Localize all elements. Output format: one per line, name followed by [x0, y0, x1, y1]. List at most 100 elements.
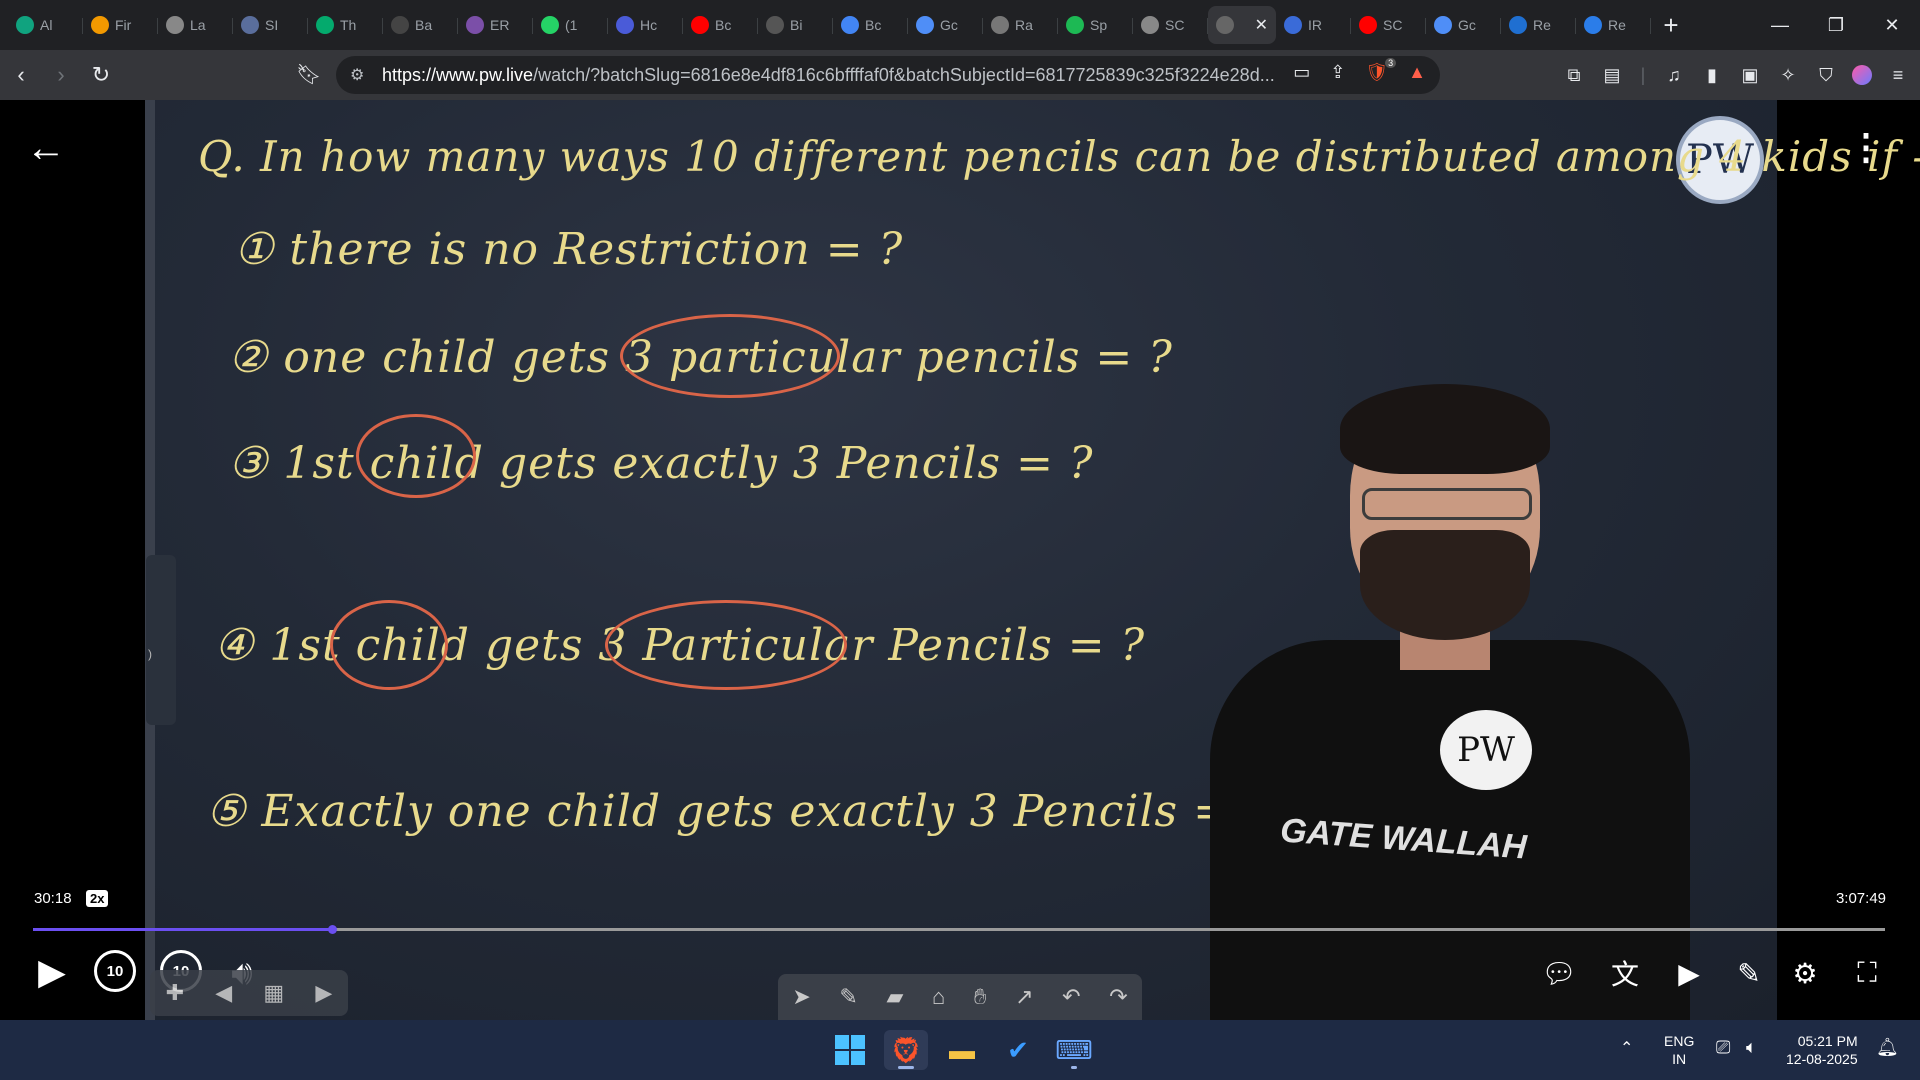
- browser-tab[interactable]: (1: [533, 6, 608, 44]
- cursor-icon[interactable]: ➤: [792, 984, 810, 1010]
- address-bar[interactable]: ⚙ https://www.pw.live/watch/?batchSlug=6…: [336, 56, 1440, 94]
- tab-label: Fir: [115, 17, 132, 33]
- translate-icon[interactable]: 文: [1604, 952, 1646, 994]
- tab-label: Re: [1608, 17, 1626, 33]
- windows-start-icon[interactable]: [828, 1030, 872, 1070]
- settings-icon[interactable]: ⚙: [1784, 952, 1826, 994]
- cast-icon[interactable]: ▭: [1293, 62, 1310, 83]
- rewind-10-icon[interactable]: 10: [94, 950, 136, 992]
- redo-icon[interactable]: ↷: [1109, 984, 1127, 1010]
- browser-tab[interactable]: Bi: [758, 6, 833, 44]
- restore-icon[interactable]: ❐: [1808, 0, 1864, 50]
- chevron-right-icon[interactable]: ▶: [315, 980, 332, 1006]
- browser-tab[interactable]: Bc: [833, 6, 908, 44]
- browser-tab[interactable]: Th: [308, 6, 383, 44]
- share-icon[interactable]: ⇪: [1330, 62, 1345, 83]
- plus-icon[interactable]: ✚: [166, 980, 184, 1006]
- tab-label: Bc: [865, 17, 882, 33]
- brave-shields-icon[interactable]: 🛡︎ 3: [1365, 58, 1397, 83]
- forward-icon[interactable]: ›: [42, 56, 80, 94]
- grid-icon: [241, 16, 259, 34]
- network-icon[interactable]: ⎚: [1716, 1038, 1730, 1056]
- eraser-icon[interactable]: ⌂: [932, 984, 945, 1010]
- vpn-icon[interactable]: ⛉: [1814, 63, 1838, 87]
- presenter-glasses: [1362, 488, 1532, 520]
- progress-bar[interactable]: [33, 925, 1885, 934]
- menu-icon[interactable]: ≡: [1886, 63, 1910, 87]
- back-arrow-icon[interactable]: ←: [26, 126, 66, 171]
- new-tab-button[interactable]: +: [1651, 10, 1691, 41]
- extensions-icon[interactable]: ⧉: [1562, 63, 1586, 87]
- shields-count-badge: 3: [1385, 58, 1397, 68]
- brave-browser-icon[interactable]: 🦁︎: [884, 1030, 928, 1070]
- language-indicator[interactable]: ENG IN: [1664, 1032, 1694, 1068]
- site-settings-icon[interactable]: ⚙: [350, 65, 364, 85]
- bookmark-icon[interactable]: 🔖︎: [296, 62, 321, 87]
- browser-tab[interactable]: Fir: [83, 6, 158, 44]
- undo-icon[interactable]: ↶: [1062, 984, 1080, 1010]
- tab-label: (1: [565, 17, 578, 33]
- tab-label: Hc: [640, 17, 658, 33]
- reload-icon[interactable]: ↻: [82, 56, 120, 94]
- browser-tab[interactable]: La: [158, 6, 233, 44]
- brave-rewards-icon[interactable]: ▲: [1408, 62, 1426, 83]
- sidebar-icon[interactable]: ▮: [1700, 63, 1724, 87]
- keyboard-icon: [1509, 16, 1527, 34]
- notes-icon[interactable]: ✎: [1728, 952, 1770, 994]
- media-icon[interactable]: ♫: [1662, 63, 1686, 87]
- back-icon[interactable]: ‹: [2, 56, 40, 94]
- window-controls: — ❐ ✕: [1752, 0, 1920, 50]
- chevron-left-icon[interactable]: ◀: [215, 980, 232, 1006]
- bookmark-icon: [616, 16, 634, 34]
- tab-label: Gc: [940, 17, 958, 33]
- reader-mode-icon[interactable]: ▤: [1600, 63, 1624, 87]
- tab-list: Al Fir La SI Th Ba ER (1 Hc Bc Bi Bc Gc Ra Sp SC ✕ IR SC Gc…: [8, 6, 1651, 44]
- keyboard-app-icon[interactable]: ⌨: [1052, 1030, 1096, 1070]
- brain-icon: [466, 16, 484, 34]
- browser-tab[interactable]: Bc: [683, 6, 758, 44]
- minimize-icon[interactable]: —: [1752, 0, 1808, 50]
- browser-tab[interactable]: SC: [1351, 6, 1426, 44]
- browser-tab[interactable]: Hc: [608, 6, 683, 44]
- browser-tab[interactable]: SI: [233, 6, 308, 44]
- side-panel-handle[interactable]: ): [146, 555, 176, 725]
- file-explorer-icon[interactable]: ▬: [940, 1030, 984, 1070]
- todo-icon[interactable]: ✔: [996, 1030, 1040, 1070]
- laser-icon[interactable]: ↗: [1015, 984, 1033, 1010]
- bit-icon: [766, 16, 784, 34]
- play-icon[interactable]: ▶: [30, 950, 74, 994]
- chat-icon[interactable]: 💬︎: [1538, 952, 1580, 994]
- browser-tab[interactable]: Al: [8, 6, 83, 44]
- browser-tab[interactable]: Ra: [983, 6, 1058, 44]
- profile-icon[interactable]: [1852, 65, 1872, 85]
- wallet-icon[interactable]: ▣: [1738, 63, 1762, 87]
- mini-toolbar: ✚ ◀ ▦ ▶: [150, 970, 348, 1016]
- browser-tab[interactable]: SC: [1133, 6, 1208, 44]
- fullscreen-icon[interactable]: ⛶: [1846, 952, 1888, 994]
- browser-tab[interactable]: Re: [1501, 6, 1576, 44]
- speed-badge[interactable]: 2x: [86, 890, 109, 907]
- leo-ai-icon[interactable]: ✧: [1776, 63, 1800, 87]
- pip-icon[interactable]: ▶︎: [1668, 952, 1710, 994]
- close-tab-icon[interactable]: ✕: [1255, 15, 1268, 35]
- browser-tab[interactable]: Gc: [1426, 6, 1501, 44]
- close-window-icon[interactable]: ✕: [1864, 0, 1920, 50]
- clock-time: 05:21 PM: [1797, 1033, 1858, 1049]
- notification-bell-icon[interactable]: 🔔︎: [1876, 1038, 1899, 1056]
- browser-tab[interactable]: Ba: [383, 6, 458, 44]
- hand-icon[interactable]: ✋︎: [974, 984, 987, 1010]
- browser-tab[interactable]: Re: [1576, 6, 1651, 44]
- pen-icon[interactable]: ✎: [839, 984, 857, 1010]
- clock[interactable]: 05:21 PM 12-08-2025: [1786, 1032, 1858, 1068]
- video-player[interactable]: ← ⋮ PW Q. In how many ways 10 different …: [0, 100, 1920, 1020]
- browser-tab[interactable]: ER: [458, 6, 533, 44]
- browser-tab[interactable]: IR: [1276, 6, 1351, 44]
- browser-tab[interactable]: Gc: [908, 6, 983, 44]
- browser-tab[interactable]: Sp: [1058, 6, 1133, 44]
- progress-knob[interactable]: [327, 925, 337, 934]
- browser-tab[interactable]: ✕: [1208, 6, 1276, 44]
- highlighter-icon[interactable]: ▰: [886, 984, 903, 1010]
- speaker-icon[interactable]: 🔈︎: [1746, 1038, 1757, 1056]
- show-hidden-icons-icon[interactable]: ⌃: [1620, 1040, 1633, 1058]
- calendar-icon[interactable]: ▦: [263, 980, 284, 1006]
